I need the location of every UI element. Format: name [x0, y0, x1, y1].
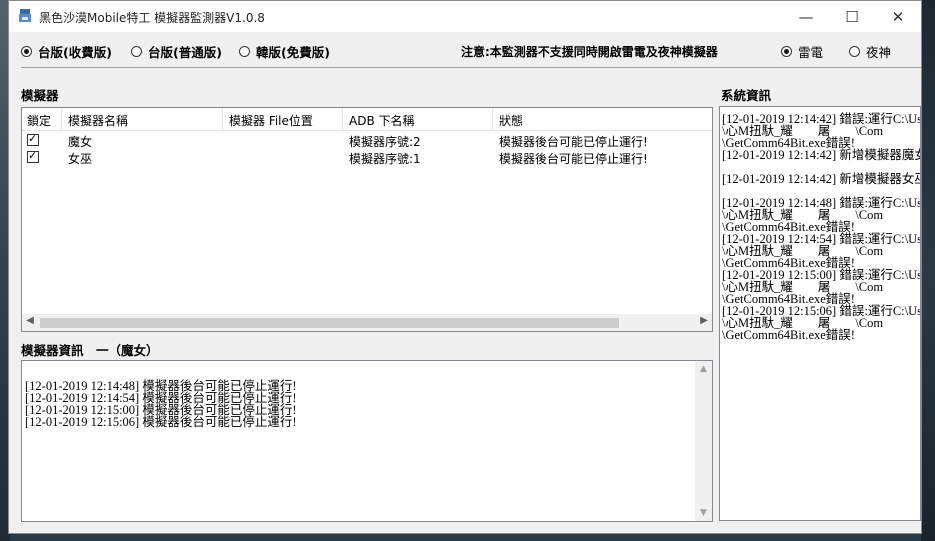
column-divider[interactable] — [222, 108, 223, 130]
cell-status: 模擬器後台可能已停止運行! — [499, 152, 648, 166]
radio-label: 台版(收費版) — [38, 45, 112, 60]
column-divider[interactable] — [492, 108, 493, 130]
lock-checkbox[interactable] — [27, 149, 39, 163]
cell-name: 女巫 — [68, 152, 93, 166]
cell-name: 魔女 — [68, 135, 93, 149]
horizontal-scrollbar[interactable]: ◀ ▶ — [22, 314, 712, 331]
emulator-detail-log[interactable]: [12-01-2019 12:14:48] 模擬器後台可能已停止運行! [12-… — [21, 360, 713, 522]
radio-label: 韓版(免費版) — [256, 45, 330, 60]
lock-checkbox[interactable] — [27, 132, 39, 146]
notice-text: 注意:本監測器不支援同時開啟雷電及夜神模擬器 — [461, 45, 718, 59]
system-section-title: 系統資訊 — [721, 88, 772, 103]
log-line: \GetComm64Bit.exe錯誤! — [722, 328, 855, 342]
radio-emulator-leidian[interactable]: 雷電 — [781, 42, 823, 61]
radio-unselected-icon — [849, 46, 860, 57]
radio-emulator-nox[interactable]: 夜神 — [849, 42, 891, 61]
maximize-button[interactable]: ☐ — [829, 1, 875, 32]
scroll-left-icon[interactable]: ◀ — [22, 315, 38, 326]
title-bar[interactable]: 黑色沙漠Mobile特工 模擬器監測器V1.0.8 — ☐ ✕ — [9, 1, 921, 32]
scroll-up-icon[interactable]: ▲ — [695, 364, 712, 374]
vertical-scrollbar[interactable]: ▲ ▼ — [695, 361, 712, 521]
emulator-section-title: 模擬器 — [21, 88, 59, 103]
radio-selected-icon — [781, 46, 792, 57]
radio-mode-tw-normal[interactable]: 台版(普通版) — [131, 42, 222, 61]
log-line: [12-01-2019 12:14:42] 新增模擬器魔女 — [722, 148, 921, 162]
radio-selected-icon — [21, 46, 32, 57]
table-row[interactable]: 魔女 模擬器序號:2 模擬器後台可能已停止運行! — [22, 132, 712, 149]
log-line: [12-01-2019 12:15:06] 模擬器後台可能已停止運行! — [25, 415, 297, 429]
radio-label: 台版(普通版) — [148, 45, 222, 60]
radio-label: 雷電 — [798, 45, 824, 60]
window-title: 黑色沙漠Mobile特工 模擬器監測器V1.0.8 — [39, 11, 265, 25]
close-button[interactable]: ✕ — [875, 1, 921, 32]
app-icon — [19, 9, 31, 22]
radio-unselected-icon — [239, 46, 250, 57]
cell-adb: 模擬器序號:2 — [349, 135, 421, 149]
radio-mode-tw-paid[interactable]: 台版(收費版) — [21, 42, 112, 61]
column-header-status[interactable]: 狀態 — [499, 112, 523, 129]
radio-unselected-icon — [131, 46, 142, 57]
minimize-button[interactable]: — — [783, 1, 829, 32]
column-header-lock[interactable]: 鎖定 — [27, 112, 51, 129]
scroll-down-icon[interactable]: ▼ — [695, 508, 712, 518]
table-row[interactable]: 女巫 模擬器序號:1 模擬器後台可能已停止運行! — [22, 149, 712, 166]
table-header: 鎖定 模擬器名稱 模擬器 File位置 ADB 下名稱 狀態 — [22, 108, 712, 131]
scrollbar-thumb[interactable] — [40, 318, 619, 328]
column-header-name[interactable]: 模擬器名稱 — [68, 112, 128, 129]
radio-label: 夜神 — [866, 45, 892, 60]
cell-status: 模擬器後台可能已停止運行! — [499, 135, 648, 149]
radio-mode-kr-free[interactable]: 韓版(免費版) — [239, 42, 330, 61]
cell-adb: 模擬器序號:1 — [349, 152, 421, 166]
detail-section-title: 模擬器資訊 一（魔女） — [21, 343, 159, 358]
emulator-table[interactable]: 鎖定 模擬器名稱 模擬器 File位置 ADB 下名稱 狀態 魔女 模擬器序號:… — [21, 107, 713, 332]
column-divider[interactable] — [61, 108, 62, 130]
scroll-right-icon[interactable]: ▶ — [696, 315, 712, 326]
mode-selector: 台版(收費版) 台版(普通版) 韓版(免費版) 注意:本監測器不支援同時開啟雷電… — [21, 42, 911, 60]
system-log[interactable]: [12-01-2019 12:14:42] 錯誤:運行C:\Users\ \心M… — [719, 106, 921, 521]
divider — [21, 67, 921, 68]
column-header-file[interactable]: 模擬器 File位置 — [229, 112, 313, 129]
column-header-adb[interactable]: ADB 下名稱 — [349, 112, 415, 129]
desktop-background-right — [921, 0, 935, 541]
app-window: 黑色沙漠Mobile特工 模擬器監測器V1.0.8 — ☐ ✕ 台版(收費版) … — [8, 0, 922, 534]
log-line: [12-01-2019 12:14:42] 新增模擬器女巫 — [722, 172, 921, 186]
column-divider[interactable] — [342, 108, 343, 130]
